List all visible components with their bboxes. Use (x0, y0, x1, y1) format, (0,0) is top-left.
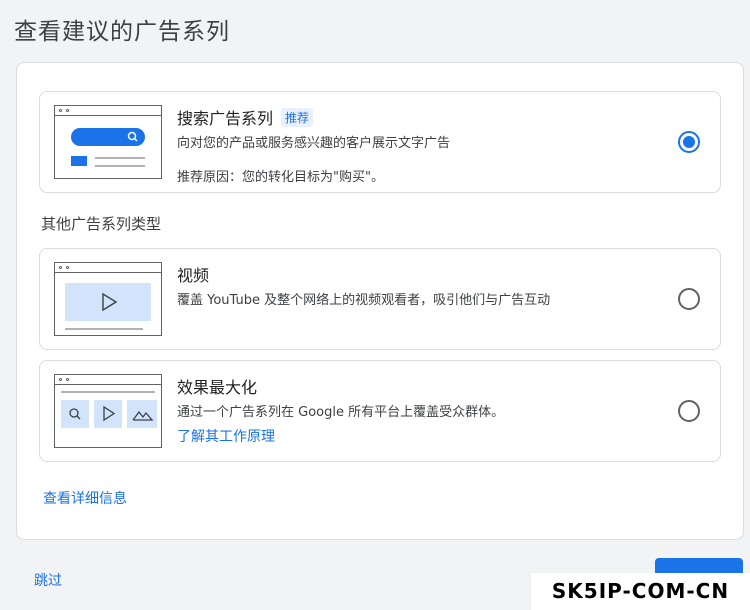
radio-video-campaign[interactable] (678, 288, 700, 310)
video-illustration (54, 262, 162, 336)
radio-search-campaign[interactable] (678, 131, 700, 153)
recommended-badge: 推荐 (281, 108, 314, 127)
option-search-campaign[interactable]: 搜索广告系列 推荐 向对您的产品或服务感兴趣的客户展示文字广告 推荐原因：您的转化… (39, 91, 721, 193)
pmax-illustration (54, 374, 162, 448)
recommendation-reason: 推荐原因：您的转化目标为"购买"。 (177, 170, 384, 185)
radio-pmax-campaign[interactable] (678, 400, 700, 422)
search-campaign-title: 搜索广告系列 (177, 109, 274, 128)
campaign-options-card: 搜索广告系列 推荐 向对您的产品或服务感兴趣的客户展示文字广告 推荐原因：您的转化… (16, 62, 744, 540)
view-details-link[interactable]: 查看详细信息 (43, 488, 127, 508)
multi-channel-icon (61, 391, 157, 428)
watermark-logo: SK5IP-COM-CN (531, 573, 750, 610)
play-icon (65, 283, 151, 330)
pmax-description: 通过一个广告系列在 Google 所有平台上覆盖受众群体。 (177, 405, 505, 420)
skip-link[interactable]: 跳过 (34, 570, 62, 590)
learn-how-it-works-link[interactable]: 了解其工作原理 (177, 426, 275, 446)
video-description: 覆盖 YouTube 及整个网络上的视频观看者，吸引他们与广告互动 (177, 293, 551, 308)
search-bar-icon (71, 128, 145, 167)
pmax-title: 效果最大化 (177, 378, 258, 397)
page-title: 查看建议的广告系列 (14, 19, 230, 45)
option-title: 搜索广告系列 推荐 (177, 105, 314, 129)
option-video-campaign[interactable]: 视频 覆盖 YouTube 及整个网络上的视频观看者，吸引他们与广告互动 (39, 248, 721, 350)
option-pmax-campaign[interactable]: 效果最大化 通过一个广告系列在 Google 所有平台上覆盖受众群体。 了解其工… (39, 360, 721, 462)
option-description: 向对您的产品或服务感兴趣的客户展示文字广告 (177, 136, 451, 151)
other-types-heading: 其他广告系列类型 (41, 215, 162, 233)
video-title: 视频 (177, 266, 210, 285)
search-illustration (54, 105, 162, 179)
